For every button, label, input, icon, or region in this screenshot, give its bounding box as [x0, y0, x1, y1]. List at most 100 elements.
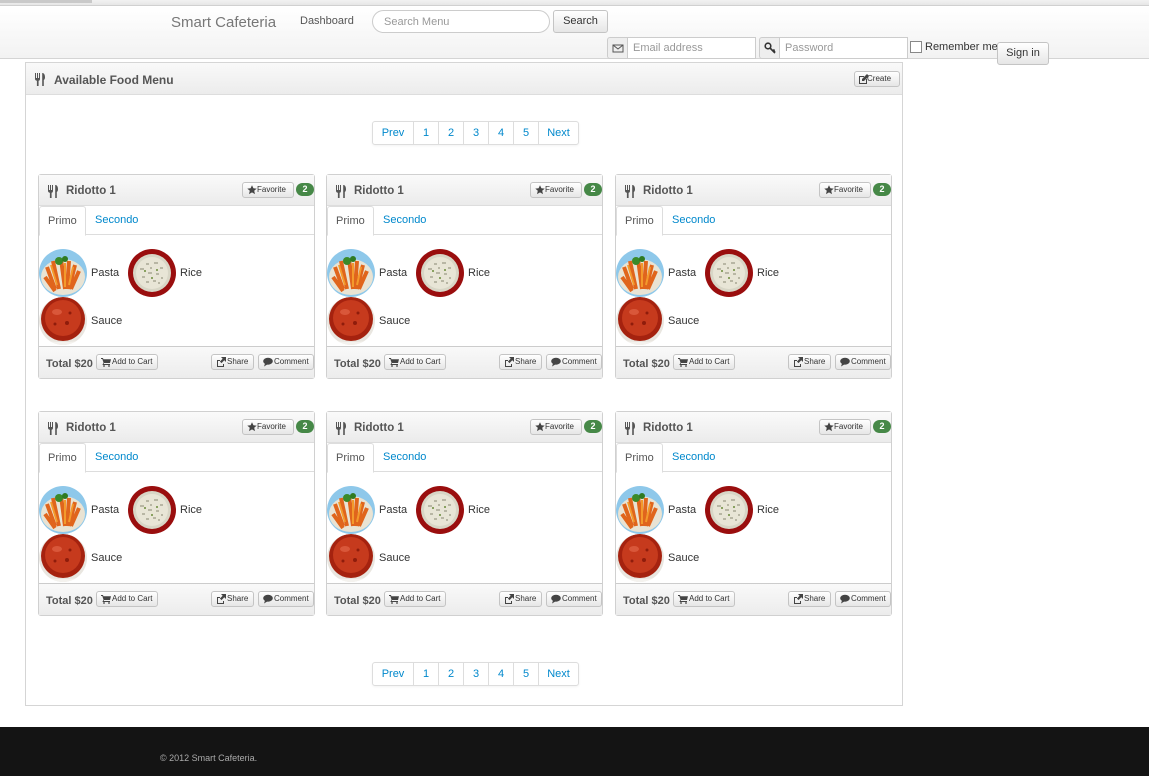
- tab-secondo[interactable]: Secondo: [375, 443, 434, 472]
- page-link[interactable]: 3: [463, 663, 488, 685]
- search-button[interactable]: Search: [553, 10, 608, 33]
- page-link[interactable]: 1: [413, 122, 438, 144]
- food-item[interactable]: Rice: [705, 249, 779, 297]
- share-button[interactable]: Share: [211, 591, 254, 607]
- comment-icon: [840, 594, 850, 604]
- tab-primo[interactable]: Primo: [616, 206, 663, 236]
- tab-primo[interactable]: Primo: [327, 443, 374, 473]
- food-item[interactable]: Sauce: [39, 534, 122, 582]
- share-label: Share: [804, 594, 826, 603]
- card-title: Ridotto 1: [354, 422, 404, 434]
- page-link[interactable]: 4: [488, 663, 513, 685]
- food-item[interactable]: Sauce: [616, 534, 699, 582]
- email-field[interactable]: [628, 37, 756, 59]
- fork-knife-icon: [625, 185, 636, 198]
- food-item[interactable]: Pasta: [616, 249, 696, 297]
- food-image: [705, 486, 753, 534]
- remember-me-checkbox[interactable]: [910, 41, 922, 53]
- favorite-count-badge: 2: [584, 183, 602, 196]
- comment-button[interactable]: Comment: [835, 354, 891, 370]
- share-button[interactable]: Share: [211, 354, 254, 370]
- page-link[interactable]: Prev: [373, 122, 413, 144]
- favorite-button[interactable]: Favorite: [819, 419, 871, 435]
- favorite-count-badge: 2: [873, 183, 891, 196]
- food-image: [616, 486, 664, 534]
- pagination-top: Prev 1 2 3 4 5 Next: [372, 121, 579, 145]
- create-button[interactable]: Create: [854, 71, 900, 87]
- food-item[interactable]: Pasta: [327, 249, 407, 297]
- comment-button[interactable]: Comment: [258, 354, 314, 370]
- total-price: Total $20: [623, 595, 670, 607]
- food-label: Sauce: [379, 315, 411, 327]
- page-link[interactable]: Prev: [373, 663, 413, 685]
- page-link[interactable]: 5: [513, 663, 538, 685]
- comment-button[interactable]: Comment: [258, 591, 314, 607]
- favorite-button[interactable]: Favorite: [242, 182, 294, 198]
- favorite-count-badge: 2: [873, 420, 891, 433]
- food-item[interactable]: Rice: [416, 486, 490, 534]
- food-item[interactable]: Sauce: [327, 297, 410, 345]
- food-image: [616, 534, 664, 582]
- add-to-cart-button[interactable]: Add to Cart: [673, 354, 735, 370]
- comment-button[interactable]: Comment: [546, 354, 602, 370]
- star-icon: [535, 185, 545, 195]
- food-item[interactable]: Rice: [128, 249, 202, 297]
- tab-primo[interactable]: Primo: [39, 443, 86, 473]
- food-item[interactable]: Sauce: [39, 297, 122, 345]
- food-item[interactable]: Rice: [128, 486, 202, 534]
- tab-secondo[interactable]: Secondo: [375, 206, 434, 235]
- brand-link[interactable]: Smart Cafeteria: [171, 14, 276, 31]
- share-button[interactable]: Share: [788, 591, 831, 607]
- food-item[interactable]: Sauce: [327, 534, 410, 582]
- sign-in-button[interactable]: Sign in: [997, 42, 1049, 65]
- tab-primo[interactable]: Primo: [327, 206, 374, 236]
- add-to-cart-button[interactable]: Add to Cart: [96, 354, 158, 370]
- add-to-cart-button[interactable]: Add to Cart: [673, 591, 735, 607]
- comment-button[interactable]: Comment: [546, 591, 602, 607]
- food-item[interactable]: Rice: [705, 486, 779, 534]
- page-link[interactable]: 2: [438, 663, 463, 685]
- food-item[interactable]: Sauce: [616, 297, 699, 345]
- favorite-count-badge: 2: [296, 420, 314, 433]
- tab-secondo[interactable]: Secondo: [87, 443, 146, 472]
- food-image: [39, 486, 87, 534]
- food-item[interactable]: Rice: [416, 249, 490, 297]
- cart-icon: [101, 594, 111, 604]
- card-tabs: Primo Secondo: [327, 206, 602, 236]
- food-item[interactable]: Pasta: [39, 249, 119, 297]
- food-item[interactable]: Pasta: [616, 486, 696, 534]
- password-field[interactable]: [780, 37, 908, 59]
- comment-label: Comment: [851, 357, 886, 366]
- tab-primo[interactable]: Primo: [616, 443, 663, 473]
- favorite-button[interactable]: Favorite: [242, 419, 294, 435]
- favorite-button[interactable]: Favorite: [530, 182, 582, 198]
- page-link[interactable]: 2: [438, 122, 463, 144]
- add-to-cart-button[interactable]: Add to Cart: [384, 591, 446, 607]
- add-to-cart-button[interactable]: Add to Cart: [384, 354, 446, 370]
- share-button[interactable]: Share: [499, 354, 542, 370]
- tab-secondo[interactable]: Secondo: [87, 206, 146, 235]
- page-link[interactable]: 4: [488, 122, 513, 144]
- tab-secondo[interactable]: Secondo: [664, 443, 723, 472]
- food-label: Rice: [757, 267, 780, 279]
- tab-primo[interactable]: Primo: [39, 206, 86, 236]
- page-link[interactable]: 5: [513, 122, 538, 144]
- share-button[interactable]: Share: [788, 354, 831, 370]
- page-link[interactable]: Next: [538, 663, 578, 685]
- tab-secondo[interactable]: Secondo: [664, 206, 723, 235]
- comment-button[interactable]: Comment: [835, 591, 891, 607]
- favorite-button[interactable]: Favorite: [530, 419, 582, 435]
- favorite-button[interactable]: Favorite: [819, 182, 871, 198]
- food-image: [128, 486, 176, 534]
- add-to-cart-button[interactable]: Add to Cart: [96, 591, 158, 607]
- comment-label: Comment: [562, 357, 597, 366]
- nav-dashboard-link[interactable]: Dashboard: [300, 15, 354, 27]
- search-input[interactable]: [372, 10, 550, 33]
- remember-me[interactable]: Remember me: [910, 41, 998, 53]
- page-link[interactable]: Next: [538, 122, 578, 144]
- share-button[interactable]: Share: [499, 591, 542, 607]
- page-link[interactable]: 1: [413, 663, 438, 685]
- page-link[interactable]: 3: [463, 122, 488, 144]
- food-item[interactable]: Pasta: [327, 486, 407, 534]
- food-item[interactable]: Pasta: [39, 486, 119, 534]
